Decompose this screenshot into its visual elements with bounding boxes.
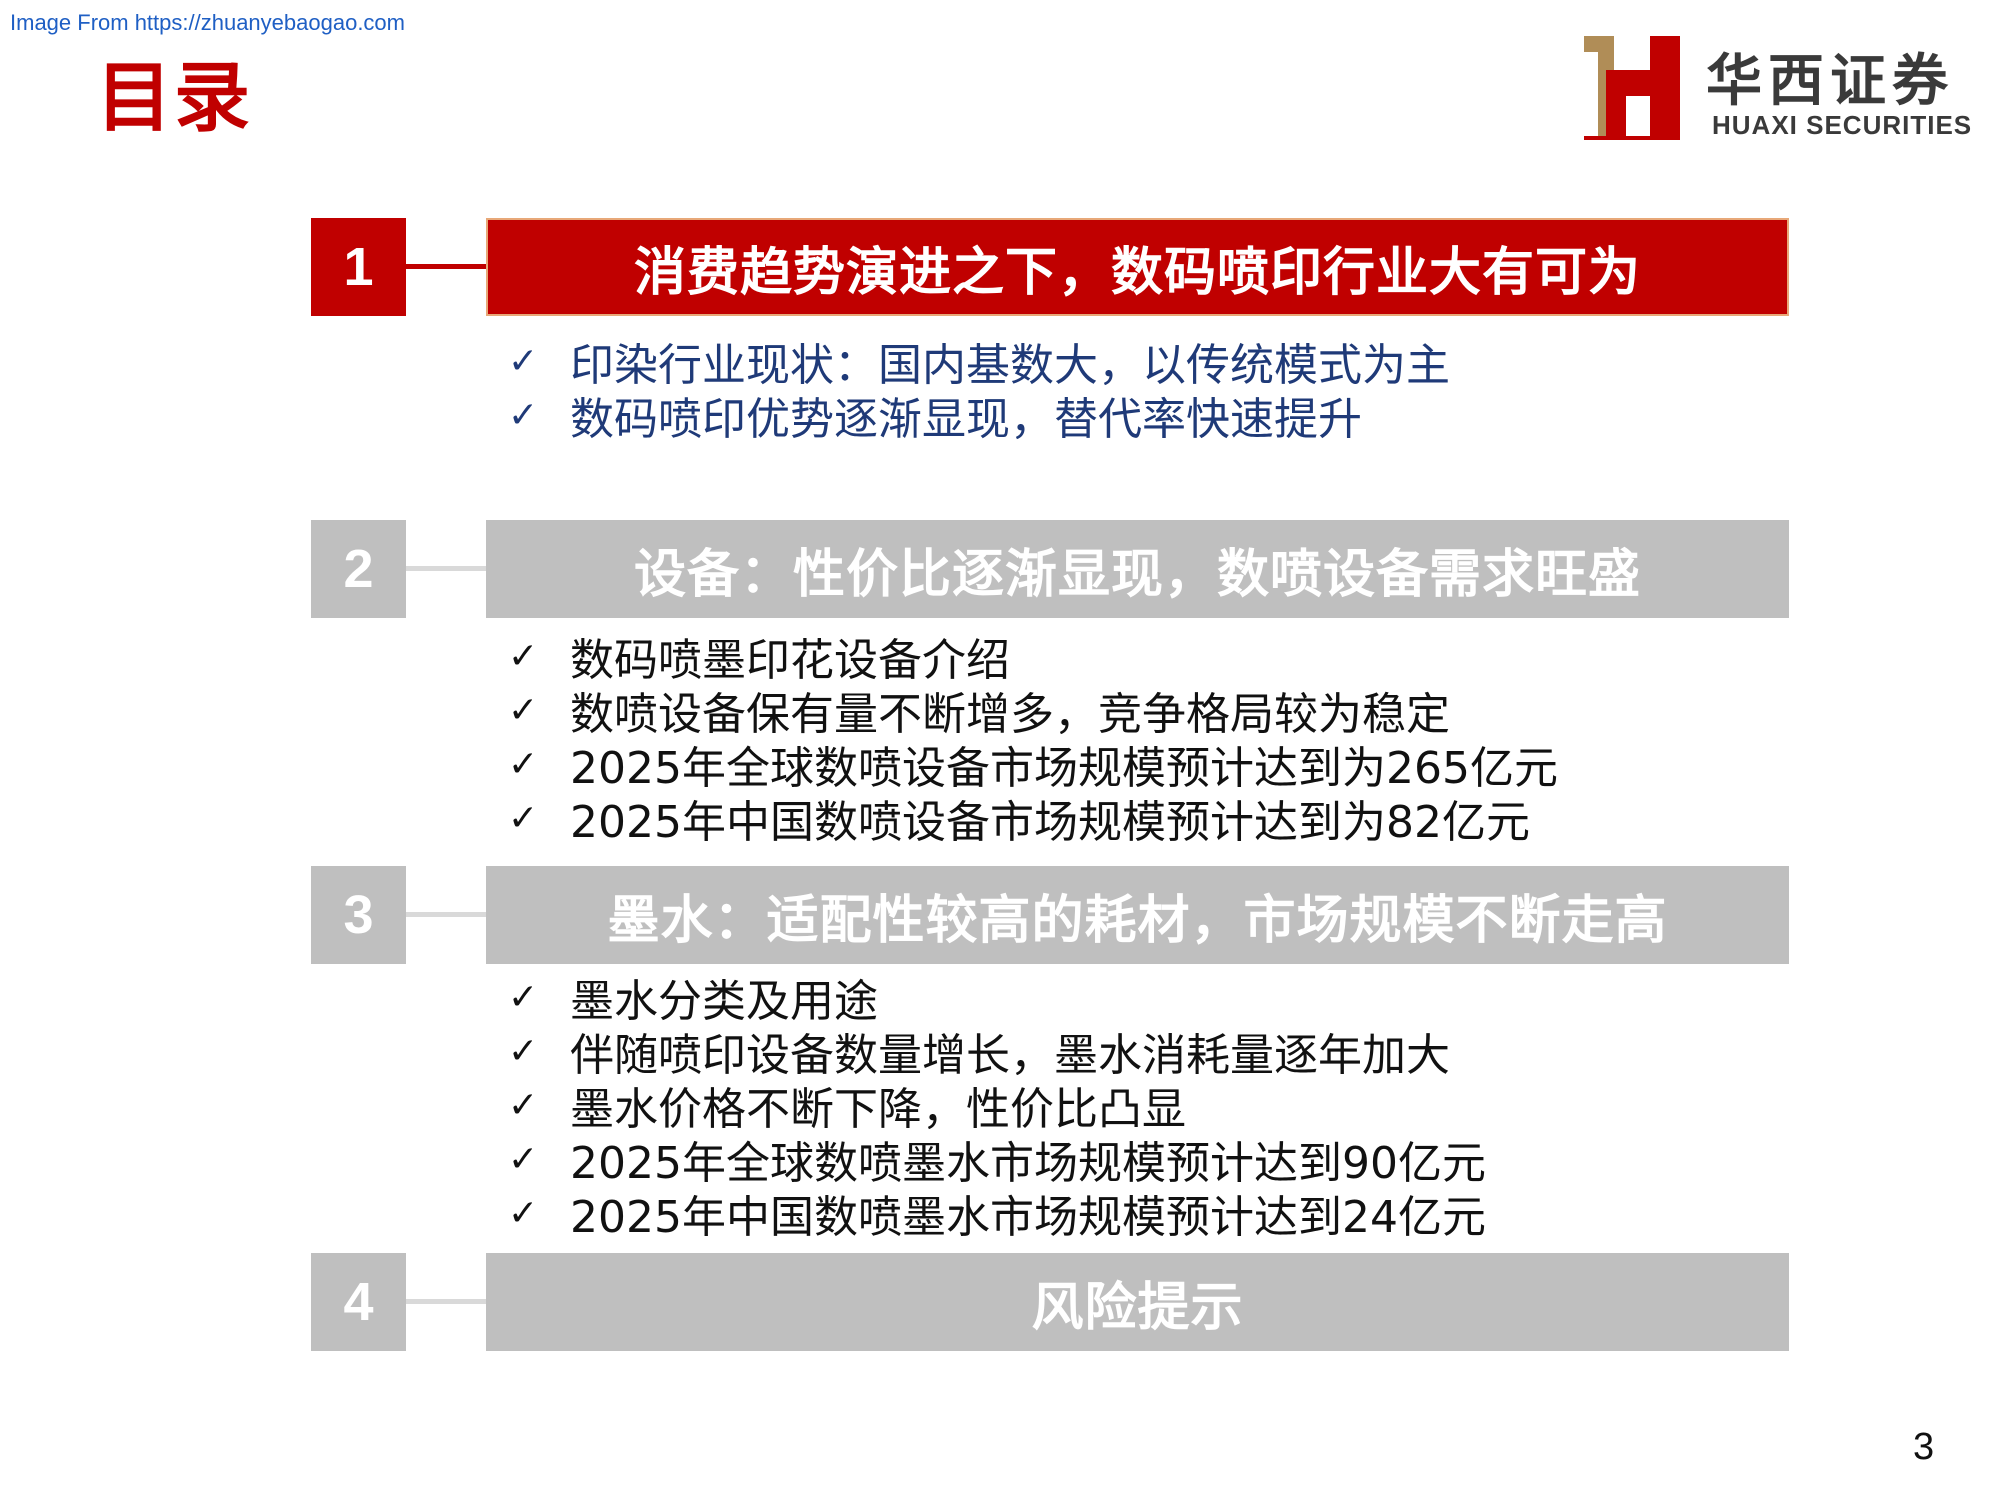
section-number: 1 — [311, 218, 406, 316]
check-icon: ✓ — [508, 635, 539, 677]
check-icon: ✓ — [508, 340, 539, 382]
toc-section-1[interactable]: 1 消费趋势演进之下，数码喷印行业大有可为 — [311, 218, 1789, 316]
list-item: ✓ 2025年全球数喷设备市场规模预计达到为265亿元 — [508, 743, 1558, 794]
toc-section-2[interactable]: 2 设备：性价比逐渐显现，数喷设备需求旺盛 — [311, 520, 1789, 618]
list-item: ✓ 数码喷墨印花设备介绍 — [508, 635, 1010, 686]
page-number: 3 — [1913, 1426, 1935, 1468]
check-icon: ✓ — [508, 1138, 539, 1180]
page-title: 目录 — [96, 53, 252, 142]
connector-line — [406, 912, 486, 917]
list-item: ✓ 2025年全球数喷墨水市场规模预计达到90亿元 — [508, 1138, 1486, 1189]
list-item: ✓ 伴随喷印设备数量增长，墨水消耗量逐年加大 — [508, 1030, 1450, 1081]
check-icon: ✓ — [508, 1030, 539, 1072]
check-icon: ✓ — [508, 743, 539, 785]
section-title: 墨水：适配性较高的耗材，市场规模不断走高 — [486, 866, 1789, 964]
logo-english-name: HUAXI SECURITIES — [1712, 110, 1973, 140]
connector-line — [406, 1299, 486, 1304]
check-icon: ✓ — [508, 1192, 539, 1234]
connector-line — [406, 566, 486, 571]
company-logo: 华西证券 HUAXI SECURITIES — [1584, 36, 1974, 146]
check-icon: ✓ — [508, 689, 539, 731]
section-1-items: ✓ 印染行业现状：国内基数大，以传统模式为主 ✓ 数码喷印优势逐渐显现，替代率快速提… — [508, 334, 1450, 445]
section-title: 设备：性价比逐渐显现，数喷设备需求旺盛 — [486, 520, 1789, 618]
section-title: 风险提示 — [486, 1253, 1789, 1351]
list-item: ✓ 墨水分类及用途 — [508, 976, 878, 1027]
list-item: ✓ 数喷设备保有量不断增多，竞争格局较为稳定 — [508, 689, 1450, 740]
list-item: ✓ 2025年中国数喷墨水市场规模预计达到24亿元 — [508, 1192, 1486, 1243]
list-item: ✓ 印染行业现状：国内基数大，以传统模式为主 — [508, 340, 1450, 391]
section-3-items: ✓ 墨水分类及用途 ✓ 伴随喷印设备数量增长，墨水消耗量逐年加大 ✓ 墨水价格不断下降… — [508, 970, 1486, 1243]
section-number: 3 — [311, 866, 406, 964]
toc-section-4[interactable]: 4 风险提示 — [311, 1253, 1789, 1351]
list-item: ✓ 墨水价格不断下降，性价比凸显 — [508, 1084, 1186, 1135]
check-icon: ✓ — [508, 394, 539, 436]
watermark-text: Image From https://zhuanyebaogao.com — [10, 10, 405, 35]
logo-chinese-name: 华西证券 — [1706, 48, 1954, 114]
check-icon: ✓ — [508, 1084, 539, 1126]
section-2-items: ✓ 数码喷墨印花设备介绍 ✓ 数喷设备保有量不断增多，竞争格局较为稳定 ✓ 2025年… — [508, 629, 1558, 848]
toc-section-3[interactable]: 3 墨水：适配性较高的耗材，市场规模不断走高 — [311, 866, 1789, 964]
section-number: 2 — [311, 520, 406, 618]
huaxi-logo-icon — [1584, 36, 1680, 140]
connector-line — [406, 264, 486, 269]
section-number: 4 — [311, 1253, 406, 1351]
section-title: 消费趋势演进之下，数码喷印行业大有可为 — [486, 218, 1789, 316]
check-icon: ✓ — [508, 797, 539, 839]
list-item: ✓ 数码喷印优势逐渐显现，替代率快速提升 — [508, 394, 1362, 445]
list-item: ✓ 2025年中国数喷设备市场规模预计达到为82亿元 — [508, 797, 1530, 848]
check-icon: ✓ — [508, 976, 539, 1018]
